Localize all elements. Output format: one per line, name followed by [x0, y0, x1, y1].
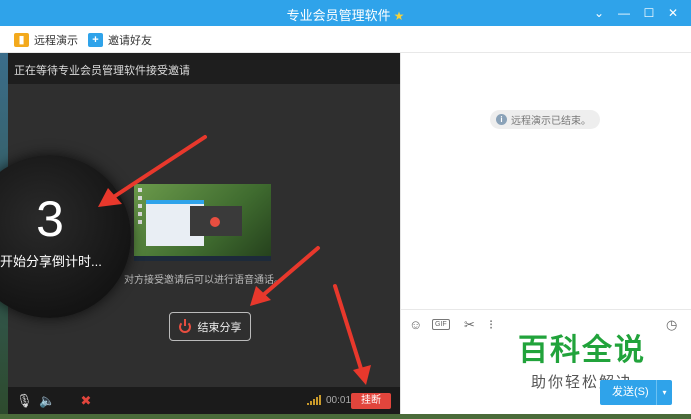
- microphone-icon[interactable]: 🎙: [16, 393, 33, 408]
- close-button[interactable]: ✕: [664, 4, 682, 22]
- history-icon[interactable]: ◷: [666, 318, 677, 332]
- signal-strength-icon: [307, 395, 321, 405]
- countdown-label: 开始分享倒计时...: [0, 254, 102, 269]
- window-title: 专业会员管理软件 ★: [0, 5, 691, 24]
- remote-demo-button[interactable]: ▮ 远程演示: [14, 32, 78, 48]
- notice-text: 远程演示已结束。: [511, 116, 591, 127]
- maximize-button[interactable]: ☐: [640, 4, 658, 22]
- call-timer: 00:01: [326, 395, 352, 406]
- speaker-icon[interactable]: 🔈: [39, 393, 55, 408]
- send-options-chevron-icon[interactable]: ▾: [656, 380, 672, 405]
- add-user-icon: +: [88, 33, 103, 47]
- watermark-title: 百科全说: [518, 334, 646, 367]
- chat-panel: i 远程演示已结束。 ☺ GIF ✂ ⁝ ◷ 百科全说 助你轻松解决 发送(S)…: [400, 53, 691, 414]
- chevron-down-icon[interactable]: ⌄: [590, 4, 608, 22]
- info-icon: i: [496, 114, 507, 125]
- stop-share-button[interactable]: 结束分享: [169, 312, 251, 341]
- title-bar: 专业会员管理软件 ★ ⌄ — ☐ ✕: [0, 0, 691, 26]
- screen-preview-thumbnail: [134, 184, 271, 261]
- desktop-background-bottom: [0, 414, 691, 419]
- star-icon: ★: [393, 9, 405, 23]
- send-label: 发送(S): [612, 386, 649, 398]
- emoji-icon[interactable]: ☺: [409, 318, 422, 332]
- minimize-button[interactable]: —: [615, 4, 633, 22]
- presentation-icon: ▮: [14, 33, 29, 47]
- remote-demo-label: 远程演示: [34, 35, 78, 47]
- call-control-bar: 🎙 🔈 ✖ 00:01 挂断: [8, 387, 400, 414]
- camera-off-icon[interactable]: ✖: [79, 393, 93, 408]
- power-icon: [178, 318, 191, 333]
- window-title-text: 专业会员管理软件: [286, 8, 391, 23]
- more-tools-icon[interactable]: ⁝: [489, 318, 493, 332]
- scissors-icon[interactable]: ✂: [464, 318, 475, 332]
- hang-up-button[interactable]: 挂断: [351, 393, 391, 409]
- system-notice: i 远程演示已结束。: [490, 110, 600, 129]
- send-button[interactable]: 发送(S) ▾: [600, 380, 672, 405]
- share-status-header: 正在等待专业会员管理软件接受邀请: [8, 53, 400, 84]
- gif-icon[interactable]: GIF: [432, 319, 450, 330]
- countdown-number: 3: [36, 191, 64, 247]
- invite-friend-button[interactable]: + 邀请好友: [88, 32, 152, 48]
- stop-share-label: 结束分享: [197, 321, 242, 334]
- invite-friend-label: 邀请好友: [108, 35, 152, 47]
- toolbar: ▮ 远程演示 + 邀请好友: [0, 26, 691, 53]
